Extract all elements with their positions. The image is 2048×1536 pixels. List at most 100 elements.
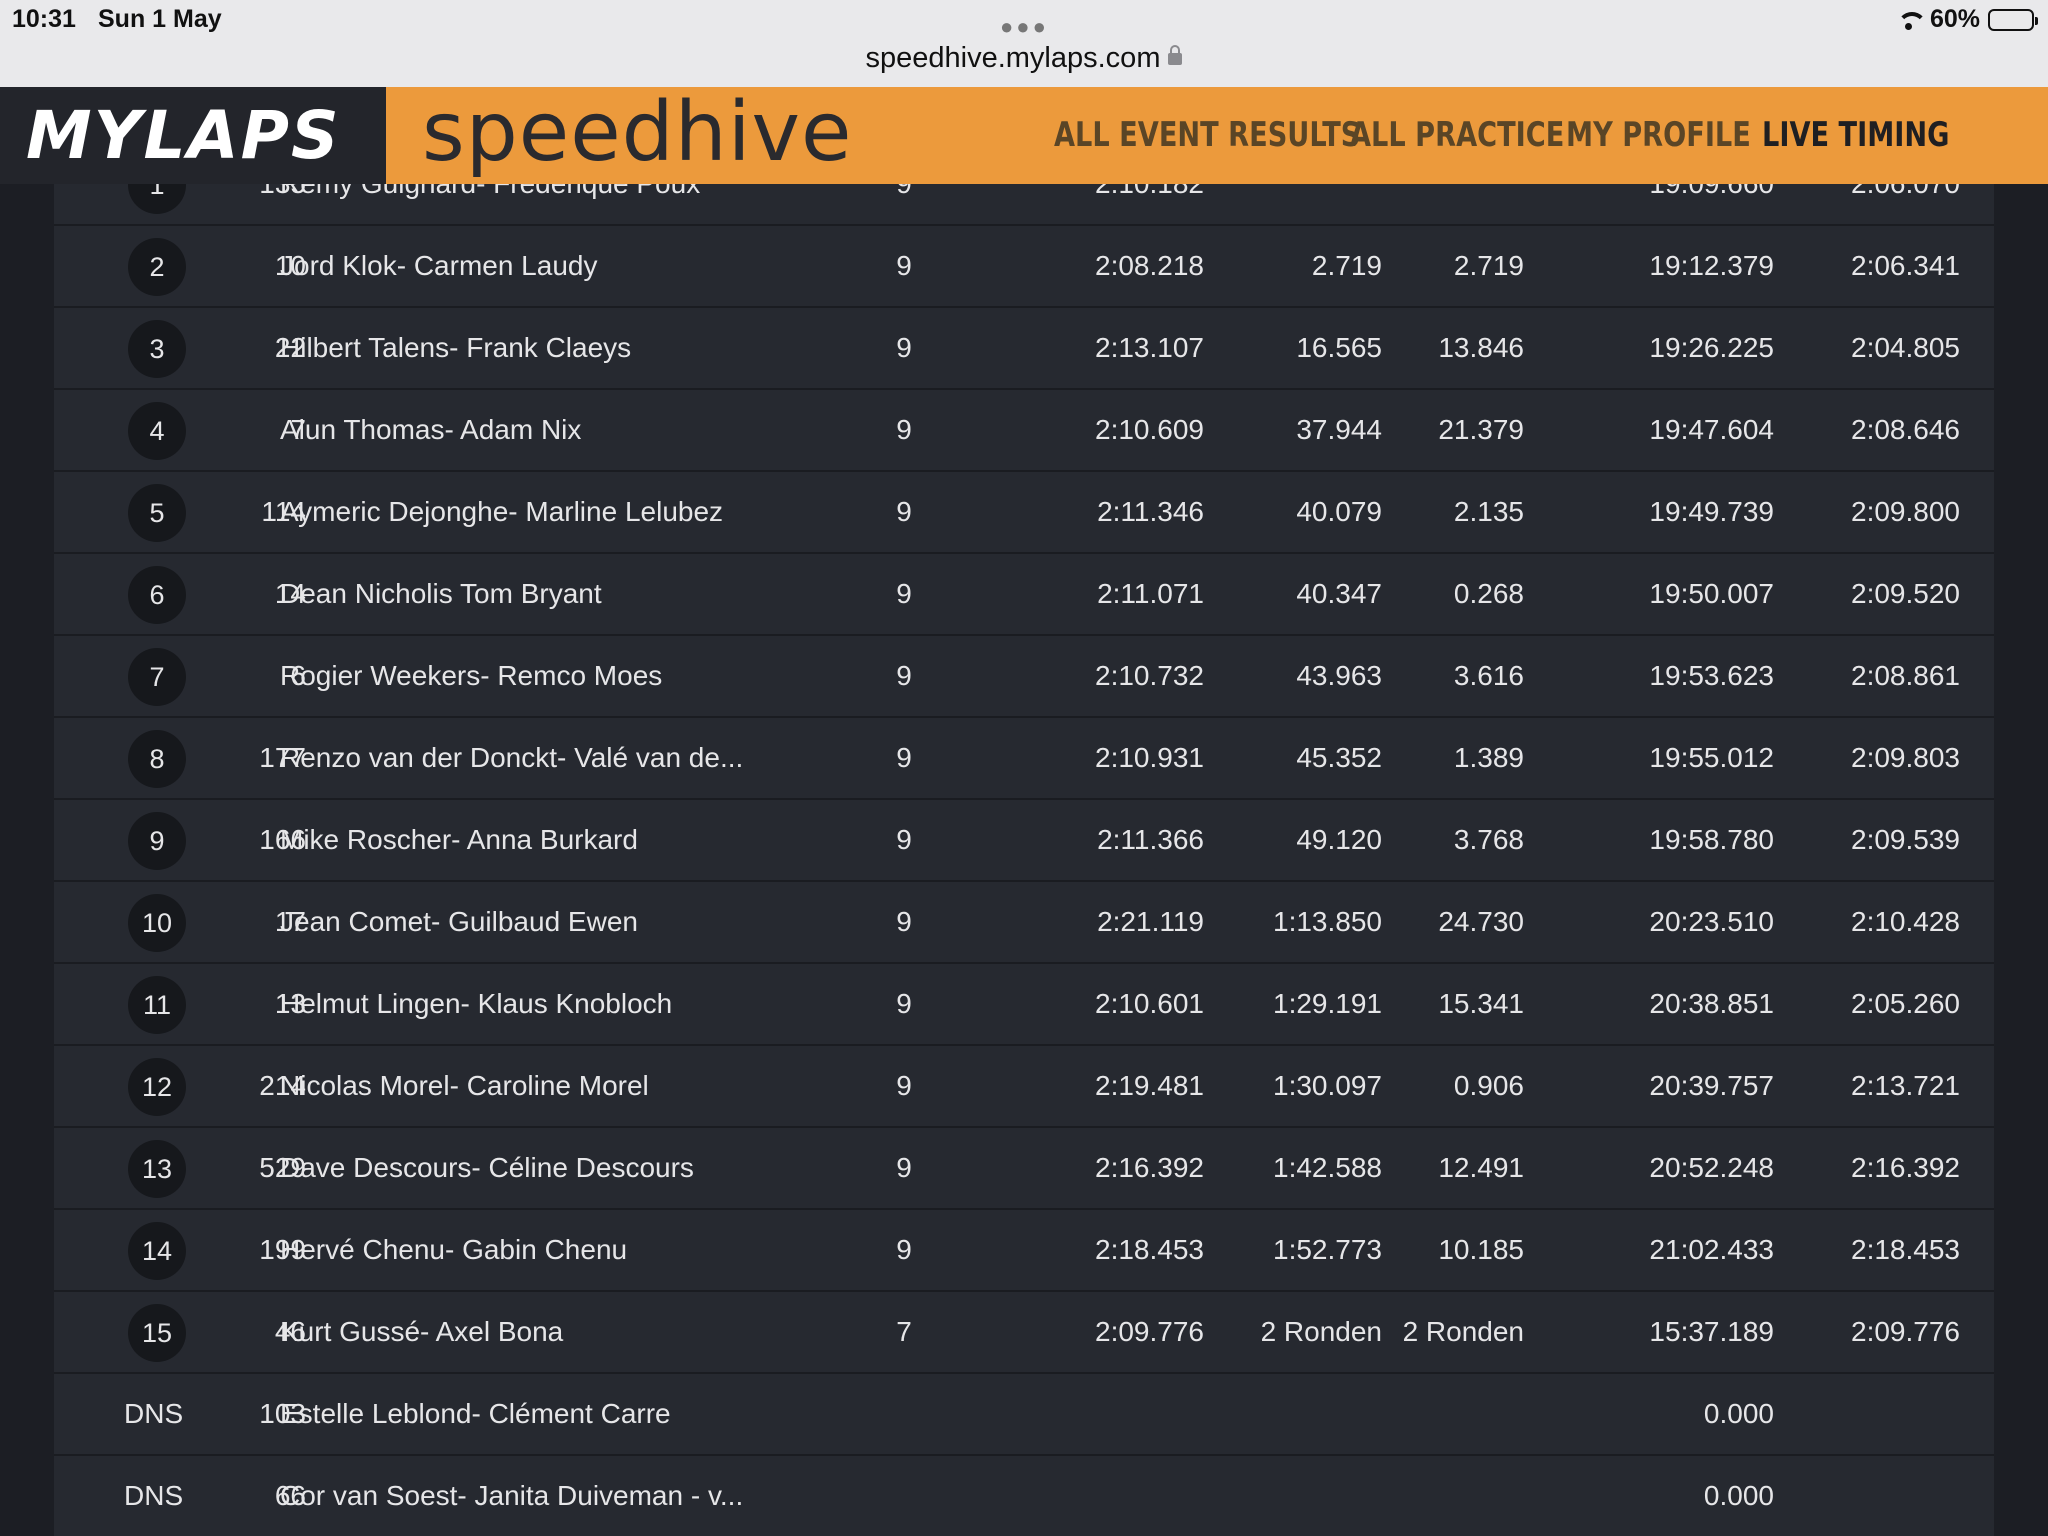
- table-row[interactable]: 15 46 Kurt Gussé- Axel Bona 7 2:09.776 2 Rond…: [54, 1292, 1994, 1374]
- driver-names: Helmut Lingen- Klaus Knobloch: [280, 988, 673, 1019]
- nav-live-timing[interactable]: LIVE TIMING: [1762, 115, 1950, 155]
- total-time: 19:09.660: [1534, 184, 1774, 224]
- table-row[interactable]: DNS 103 Estelle Leblond- Clément Carre 0.00…: [54, 1374, 1994, 1456]
- best-lap: 2:09.776: [1851, 1316, 1960, 1347]
- diff-to-leader: 16.565: [1296, 332, 1382, 363]
- driver-names: Kurt Gussé- Axel Bona: [280, 1316, 564, 1347]
- position: 7: [128, 648, 186, 706]
- laps: 9: [896, 332, 912, 363]
- last-lap: [1014, 1456, 1204, 1536]
- driver-names: Mike Roscher- Anna Burkard: [280, 824, 638, 855]
- nav-all-event-results[interactable]: ALL EVENT RESULTS: [1054, 115, 1360, 155]
- nav-my-profile[interactable]: MY PROFILE: [1566, 115, 1751, 155]
- speedhive-logo[interactable]: speedhive: [422, 85, 852, 180]
- position: 5: [128, 484, 186, 542]
- status-time: 10:31: [12, 5, 76, 33]
- gap-to-ahead: 13.846: [1438, 332, 1524, 363]
- more-dots-icon[interactable]: ●●●: [1000, 14, 1049, 40]
- last-lap: 2:18.453: [1095, 1234, 1204, 1265]
- diff-to-leader: 2 Ronden: [1260, 1316, 1382, 1347]
- total-time: 20:52.248: [1649, 1152, 1774, 1183]
- total-time: 19:55.012: [1649, 742, 1774, 773]
- driver-names: Nicolas Morel- Caroline Morel: [280, 1070, 649, 1101]
- gap-to-ahead: [1384, 1456, 1524, 1536]
- table-row[interactable]: 2 10 Jord Klok- Carmen Laudy 9 2:08.218 2.719…: [54, 226, 1994, 308]
- position: 2: [128, 238, 186, 296]
- position: DNS: [124, 1480, 184, 1511]
- diff-to-leader: 37.944: [1296, 414, 1382, 445]
- last-lap: 2:10.732: [1095, 660, 1204, 691]
- best-lap: 2:06.070: [1774, 184, 1960, 224]
- diff-to-leader: 40.079: [1296, 496, 1382, 527]
- position: 11: [128, 976, 186, 1034]
- driver-names: Rogier Weekers- Remco Moes: [280, 660, 663, 691]
- last-lap: 2:10.182: [1014, 184, 1204, 224]
- table-row[interactable]: 1135Rémy Guignard- Frédérique Poux92:10.…: [54, 184, 1994, 226]
- table-row[interactable]: 5 114 Aymeric Dejonghe- Marline Lelubez 9 2:…: [54, 472, 1994, 554]
- laps: [874, 1456, 934, 1536]
- position: 10: [128, 894, 186, 952]
- best-lap: [1774, 1456, 1960, 1536]
- url-text: speedhive.mylaps.com: [865, 42, 1161, 74]
- gap-to-ahead: 0.268: [1453, 578, 1524, 609]
- driver-names: Dave Descours- Céline Descours: [280, 1152, 694, 1183]
- address-bar[interactable]: speedhive.mylaps.com: [0, 42, 2048, 75]
- table-row[interactable]: 14 199 Hervé Chenu- Gabin Chenu 9 2:18.453 1:…: [54, 1210, 1994, 1292]
- gap-to-ahead: 24.730: [1438, 906, 1524, 937]
- table-row[interactable]: 10 17 Jean Comet- Guilbaud Ewen 9 2:21.119 1:…: [54, 882, 1994, 964]
- laps: 9: [896, 1070, 912, 1101]
- table-row[interactable]: 4 7 Alun Thomas- Adam Nix 9 2:10.609 37.944 21…: [54, 390, 1994, 472]
- diff-to-leader: 1:42.588: [1273, 1152, 1382, 1183]
- last-lap: 2:10.601: [1095, 988, 1204, 1019]
- position: 4: [128, 402, 186, 460]
- total-time: 20:23.510: [1649, 906, 1774, 937]
- gap-to-ahead: 15.341: [1438, 988, 1524, 1019]
- mylaps-logo[interactable]: MYLAPS: [0, 87, 386, 184]
- last-lap: 2:21.119: [1097, 906, 1204, 937]
- last-lap: 2:11.071: [1097, 578, 1204, 609]
- table-row[interactable]: 12 214 Nicolas Morel- Caroline Morel 9 2:19.…: [54, 1046, 1994, 1128]
- total-time: 19:12.379: [1649, 250, 1774, 281]
- table-row[interactable]: 9 166 Mike Roscher- Anna Burkard 9 2:11.366 4…: [54, 800, 1994, 882]
- last-lap: 2:10.931: [1095, 742, 1204, 773]
- total-time: 19:50.007: [1649, 578, 1774, 609]
- gap-to-ahead: 2 Ronden: [1402, 1316, 1524, 1347]
- total-time: 19:49.739: [1649, 496, 1774, 527]
- total-time: 20:39.757: [1649, 1070, 1774, 1101]
- status-date: Sun 1 May: [98, 5, 222, 33]
- diff-to-leader: 1:30.097: [1273, 1070, 1382, 1101]
- table-row[interactable]: 13 529 Dave Descours- Céline Descours 9 2:16…: [54, 1128, 1994, 1210]
- wifi-icon: [1896, 10, 1927, 30]
- diff-to-leader: 43.963: [1296, 660, 1382, 691]
- laps: 9: [896, 496, 912, 527]
- position: 14: [128, 1222, 186, 1280]
- table-row[interactable]: 7 6 Rogier Weekers- Remco Moes 9 2:10.732 43.…: [54, 636, 1994, 718]
- gap-to-ahead: [1384, 1374, 1524, 1454]
- status-indicators: 60%: [1896, 5, 2038, 34]
- best-lap: 2:09.800: [1851, 496, 1960, 527]
- nav-all-practice[interactable]: ALL PRACTICE: [1350, 115, 1564, 155]
- best-lap: 2:10.428: [1851, 906, 1960, 937]
- best-lap: 2:05.260: [1851, 988, 1960, 1019]
- table-row[interactable]: 6 14 Dean Nicholis Tom Bryant 9 2:11.071 40.3…: [54, 554, 1994, 636]
- table-row[interactable]: 3 22 Hilbert Talens- Frank Claeys 9 2:13.107…: [54, 308, 1994, 390]
- gap-to-ahead: 3.768: [1453, 824, 1524, 855]
- table-row[interactable]: 8 177 Renzo van der Donckt- Valé van de...…: [54, 718, 1994, 800]
- total-time: 21:02.433: [1649, 1234, 1774, 1265]
- last-lap: 2:08.218: [1095, 250, 1204, 281]
- diff-to-leader: [1204, 1456, 1382, 1536]
- diff-to-leader: 1:13.850: [1273, 906, 1382, 937]
- last-lap: 2:13.107: [1095, 332, 1204, 363]
- driver-names: Jean Comet- Guilbaud Ewen: [280, 906, 638, 937]
- position: 9: [128, 812, 186, 870]
- laps: 9: [896, 824, 912, 855]
- speedhive-bar: speedhive ALL EVENT RESULTS ALL PRACTICE…: [386, 85, 2048, 184]
- ios-status-bar: 10:31 Sun 1 May ●●● speedhive.mylaps.com…: [0, 0, 2048, 87]
- position: DNS: [124, 1398, 184, 1429]
- table-row[interactable]: DNS 66 Cor van Soest- Janita Duiveman - v.…: [54, 1456, 1994, 1536]
- driver-names: Alun Thomas- Adam Nix: [280, 414, 582, 445]
- best-lap: 2:06.341: [1851, 250, 1960, 281]
- driver-names: Aymeric Dejonghe- Marline Lelubez: [280, 496, 724, 527]
- table-row[interactable]: 11 13 Helmut Lingen- Klaus Knobloch 9 2:10.6…: [54, 964, 1994, 1046]
- best-lap: 2:09.520: [1851, 578, 1960, 609]
